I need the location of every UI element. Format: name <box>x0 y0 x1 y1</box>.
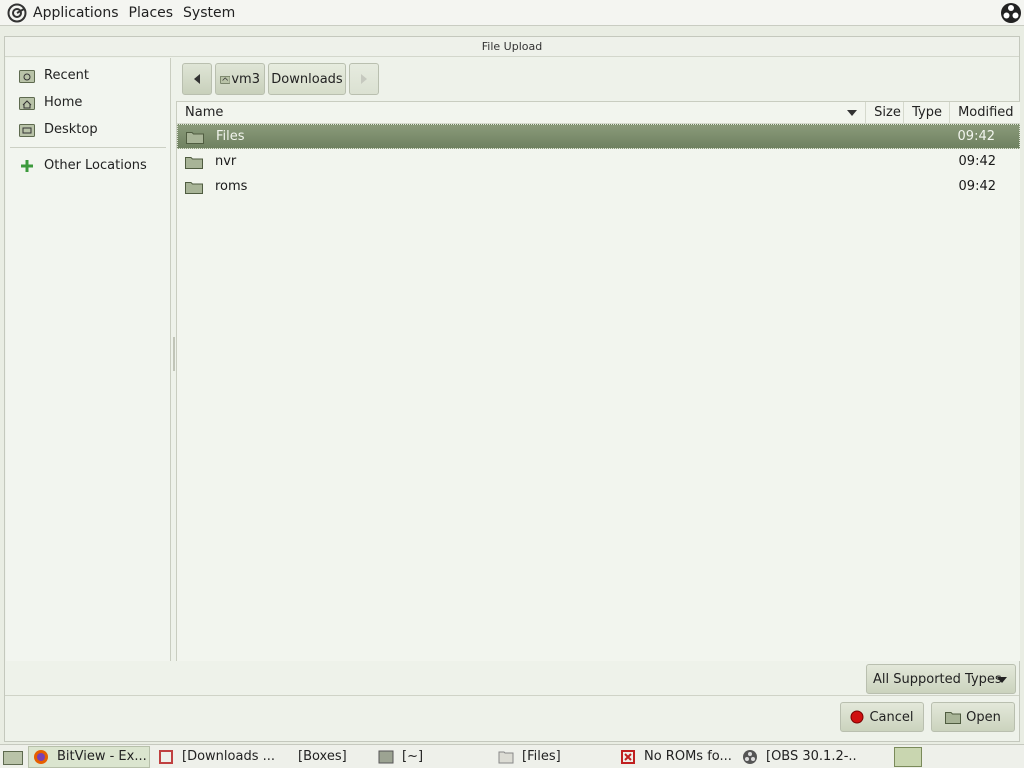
path-crumb-downloads[interactable]: Downloads <box>268 63 346 95</box>
menu-places[interactable]: Places <box>124 5 179 21</box>
file-modified: 09:42 <box>958 179 996 194</box>
folder-icon <box>185 156 203 169</box>
folder-icon <box>186 131 204 144</box>
chevron-right-icon <box>361 74 367 84</box>
filter-label: All Supported Types <box>873 671 1002 687</box>
sidebar-item-home[interactable]: Home <box>6 89 170 116</box>
home-folder-icon <box>18 95 36 111</box>
file-row[interactable]: roms 09:42 <box>177 174 1020 199</box>
distro-logo-icon[interactable] <box>6 2 28 24</box>
desktop-icon <box>3 750 23 765</box>
task-label: BitView - Ex... <box>57 749 147 764</box>
task-boxes[interactable]: [Boxes] <box>274 746 372 768</box>
file-modified: 09:42 <box>958 154 996 169</box>
file-type-filter[interactable]: All Supported Types <box>866 664 1016 694</box>
menu-system[interactable]: System <box>178 5 240 21</box>
obs-icon[interactable] <box>1000 2 1022 24</box>
cancel-button[interactable]: Cancel <box>840 702 924 732</box>
stop-icon <box>850 710 864 724</box>
folder-icon <box>498 751 514 763</box>
sidebar-item-other-locations[interactable]: Other Locations <box>6 152 170 179</box>
file-name: roms <box>215 179 248 194</box>
path-forward-button[interactable] <box>349 63 379 95</box>
sidebar-item-label: Recent <box>44 68 89 83</box>
firefox-icon <box>34 749 48 764</box>
app-icon <box>159 749 173 764</box>
task-label: [Files] <box>522 749 561 764</box>
column-header-type[interactable]: Type <box>904 101 951 124</box>
path-crumb-label: vm3 <box>231 71 260 87</box>
home-folder-icon <box>220 75 231 84</box>
places-sidebar: Recent Home Desktop Other Locations <box>6 58 171 661</box>
file-list: Name Size Type Modified Files 09:42 nvr … <box>176 101 1020 661</box>
sort-descending-icon <box>847 109 858 116</box>
task-obs[interactable]: [OBS 30.1.2-... <box>738 746 856 768</box>
file-name: Files <box>216 129 245 144</box>
file-row[interactable]: Files 09:42 <box>177 124 1020 149</box>
desktop-folder-icon <box>18 122 36 138</box>
plus-icon <box>18 158 36 174</box>
menu-applications[interactable]: Applications <box>28 5 124 21</box>
column-header-modified[interactable]: Modified <box>950 102 1020 124</box>
column-header-size[interactable]: Size <box>866 101 905 124</box>
folder-icon <box>185 181 203 194</box>
sidebar-item-label: Home <box>44 95 83 110</box>
path-crumb-label: Downloads <box>271 71 343 87</box>
column-header-name[interactable]: Name <box>177 101 867 124</box>
task-label: [OBS 30.1.2-... <box>766 749 856 764</box>
task-label: [~] <box>402 749 424 764</box>
dialog-title: File Upload <box>5 37 1019 57</box>
top-panel: Applications Places System <box>0 0 1024 26</box>
open-folder-icon <box>945 712 962 724</box>
task-files[interactable]: [Files] <box>494 746 616 768</box>
taskbar: BitView - Ex... [Downloads ... [Boxes] [… <box>0 744 1024 768</box>
sidebar-item-label: Other Locations <box>44 158 147 173</box>
task-no-roms[interactable]: No ROMs fo... <box>616 746 738 768</box>
path-bar: vm3 Downloads <box>182 63 379 95</box>
show-desktop-button[interactable] <box>0 746 28 768</box>
file-name: nvr <box>215 154 237 169</box>
sidebar-item-desktop[interactable]: Desktop <box>6 116 170 143</box>
workspace-switcher-icon[interactable] <box>894 747 922 767</box>
recent-folder-icon <box>18 68 36 84</box>
task-label: [Boxes] <box>298 749 347 764</box>
sidebar-item-recent[interactable]: Recent <box>6 62 170 89</box>
file-modified: 09:42 <box>957 129 995 144</box>
sidebar-divider <box>10 147 166 148</box>
path-crumb-vm3[interactable]: vm3 <box>215 63 265 95</box>
cancel-label: Cancel <box>869 709 914 725</box>
column-label: Name <box>185 104 224 120</box>
task-bitview[interactable]: BitView - Ex... <box>28 745 150 768</box>
sidebar-item-label: Desktop <box>44 122 98 137</box>
terminal-icon <box>378 750 394 763</box>
app-icon <box>621 749 635 764</box>
dropdown-arrow-icon <box>997 677 1007 683</box>
task-label: [Downloads ... <box>182 749 274 764</box>
task-downloads[interactable]: [Downloads ... <box>154 746 274 768</box>
obs-icon <box>743 749 757 764</box>
task-label: No ROMs fo... <box>644 749 732 764</box>
file-row[interactable]: nvr 09:42 <box>177 149 1020 174</box>
open-button[interactable]: Open <box>931 702 1015 732</box>
task-terminal[interactable]: [~] <box>372 746 494 768</box>
pane-resize-handle[interactable] <box>173 337 175 371</box>
path-back-button[interactable] <box>182 63 212 95</box>
chevron-left-icon <box>194 74 200 84</box>
column-header-row: Name Size Type Modified <box>177 101 1020 124</box>
action-separator <box>5 695 1019 696</box>
file-upload-dialog: File Upload Recent Home Desktop Other Lo… <box>4 36 1020 742</box>
open-label: Open <box>966 709 1001 725</box>
